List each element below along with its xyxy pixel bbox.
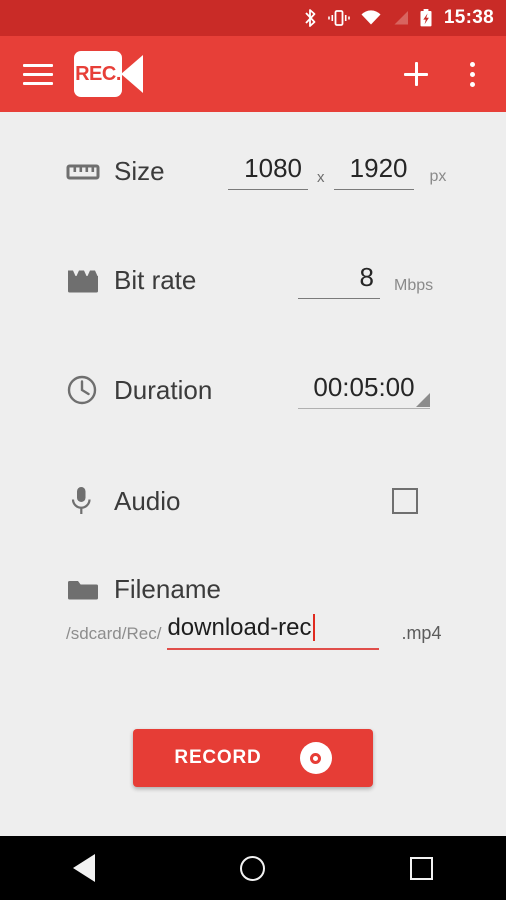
size-separator: x xyxy=(317,169,325,186)
clapperboard-icon xyxy=(66,267,108,295)
app-screen: 15:38 REC. Size 1080 x 1920 px Bit rate … xyxy=(0,0,506,900)
folder-icon xyxy=(66,577,108,603)
overflow-menu-icon[interactable] xyxy=(450,52,494,96)
cell-signal-icon xyxy=(394,11,408,25)
filename-path-prefix: /sdcard/Rec/ xyxy=(66,624,162,643)
logo-body: REC. xyxy=(74,51,122,97)
filename-input-value: download-rec xyxy=(167,614,312,641)
setting-label-filename: Filename xyxy=(114,574,221,604)
clock-icon xyxy=(66,374,108,406)
setting-row-bitrate[interactable]: Bit rate 8 Mbps xyxy=(0,262,506,299)
microphone-icon xyxy=(66,484,108,518)
bluetooth-icon xyxy=(305,9,316,27)
duration-value: 00:05:00 xyxy=(313,371,415,402)
battery-charging-icon xyxy=(420,9,432,27)
app-bar-actions xyxy=(394,52,506,96)
size-fields: 1080 x 1920 px xyxy=(228,153,446,190)
setting-row-filename: Filename xyxy=(0,574,506,605)
setting-label-audio: Audio xyxy=(114,485,181,516)
status-bar-clock: 15:38 xyxy=(443,7,494,28)
home-circle-icon xyxy=(240,855,266,881)
audio-checkbox[interactable] xyxy=(392,488,418,514)
setting-row-duration[interactable]: Duration 00:05:00 xyxy=(0,372,506,409)
back-triangle-icon xyxy=(73,854,96,882)
filename-input[interactable]: download-rec xyxy=(167,614,380,650)
record-button-label: RECORD xyxy=(174,747,262,768)
setting-row-size[interactable]: Size 1080 x 1920 px xyxy=(0,153,506,190)
bitrate-input[interactable]: 8 xyxy=(298,262,380,299)
size-unit-label: px xyxy=(429,168,447,185)
camera-lens-icon xyxy=(121,55,143,93)
add-icon[interactable] xyxy=(394,52,438,96)
nav-home-button[interactable] xyxy=(221,836,285,900)
android-nav-bar xyxy=(0,836,506,900)
text-caret xyxy=(312,614,316,641)
filename-input-row: /sdcard/Rec/ download-rec .mp4 xyxy=(0,614,506,650)
setting-label-bitrate: Bit rate xyxy=(114,265,197,295)
status-bar: 15:38 xyxy=(0,0,506,36)
size-height-input[interactable]: 1920 xyxy=(333,153,414,190)
nav-back-button[interactable] xyxy=(52,836,116,900)
dropdown-arrow-icon xyxy=(416,392,430,407)
size-width-input[interactable]: 1080 xyxy=(228,153,308,190)
duration-fields: 00:05:00 xyxy=(298,372,430,409)
app-logo: REC. xyxy=(74,51,143,97)
logo-label: REC. xyxy=(75,62,121,85)
bitrate-fields: 8 Mbps xyxy=(298,262,433,299)
bitrate-unit-label: Mbps xyxy=(394,277,434,294)
app-bar: REC. xyxy=(0,36,506,112)
ruler-icon xyxy=(66,159,108,185)
nav-recents-button[interactable] xyxy=(390,836,454,900)
setting-label-size: Size xyxy=(114,156,165,186)
settings-list: Size 1080 x 1920 px Bit rate 8 Mbps Dura… xyxy=(0,112,506,836)
setting-row-audio[interactable]: Audio xyxy=(0,484,506,518)
wifi-icon xyxy=(361,10,381,25)
status-bar-icons xyxy=(303,8,433,28)
recents-square-icon xyxy=(410,856,434,880)
record-dot-icon xyxy=(299,742,332,774)
hamburger-menu-icon[interactable] xyxy=(18,54,58,94)
record-button[interactable]: RECORD xyxy=(133,729,373,787)
filename-extension: .mp4 xyxy=(401,623,442,643)
vibrate-icon xyxy=(328,10,350,26)
setting-label-duration: Duration xyxy=(114,374,213,405)
duration-spinner[interactable]: 00:05:00 xyxy=(298,372,430,409)
